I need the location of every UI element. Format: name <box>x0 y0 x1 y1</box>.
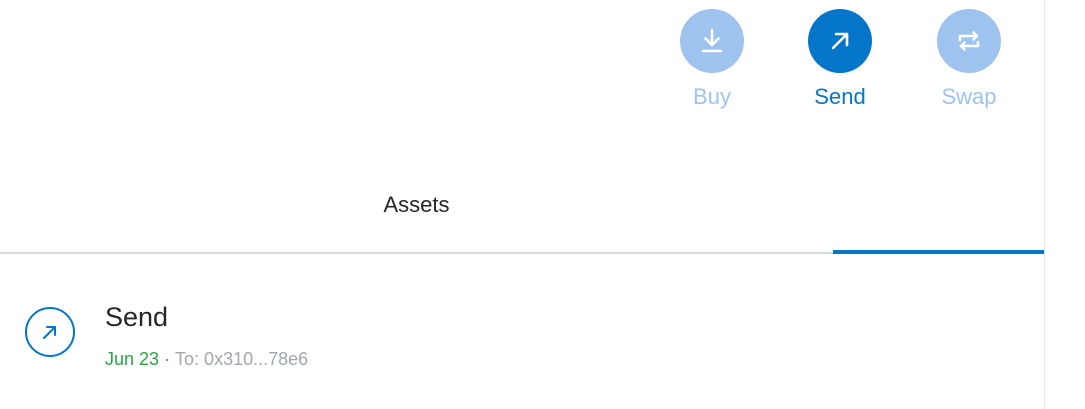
swap-button-circle <box>937 9 1001 73</box>
swap-label: Swap <box>941 84 997 109</box>
transaction-separator: · <box>164 349 171 369</box>
arrow-up-right-icon <box>831 32 849 50</box>
send-button[interactable]: Send <box>808 9 872 110</box>
tab-activity[interactable] <box>833 160 1044 254</box>
buy-label: Buy <box>693 84 731 109</box>
arrow-up-right-icon <box>43 326 56 339</box>
swap-arrows-icon <box>958 31 980 51</box>
action-bar: Buy Send Swap <box>0 0 1044 120</box>
tab-assets-label: Assets <box>383 192 450 217</box>
wallet-panel: Buy Send Swap Assets Send Jun 23 · To: 0… <box>0 0 1044 409</box>
send-label: Send <box>814 84 866 109</box>
activity-list-item[interactable]: Send Jun 23 · To: 0x310...78e6 <box>0 255 1044 409</box>
download-arrow-icon <box>701 28 723 53</box>
transaction-icon <box>25 307 75 357</box>
transaction-title: Send <box>105 302 169 332</box>
transaction-date: Jun 23 <box>105 349 160 369</box>
tab-bar: Assets <box>0 160 1044 254</box>
transaction-meta: Jun 23 · To: 0x310...78e6 <box>105 348 308 370</box>
swap-button[interactable]: Swap <box>937 9 1001 110</box>
tab-assets[interactable]: Assets <box>0 160 833 254</box>
panel-border <box>1044 0 1045 409</box>
tab-active-indicator <box>833 250 1044 254</box>
buy-button[interactable]: Buy <box>680 9 744 110</box>
buy-button-circle <box>680 9 744 73</box>
transaction-recipient: To: 0x310...78e6 <box>175 349 309 369</box>
send-button-circle <box>808 9 872 73</box>
